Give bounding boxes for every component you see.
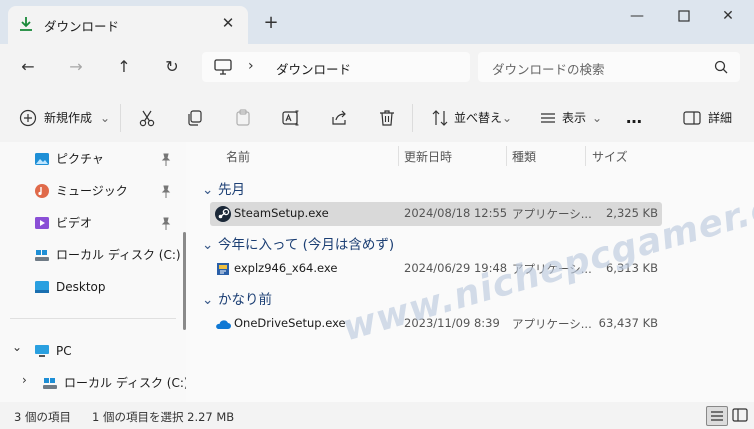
sort-label: 並べ替え — [454, 111, 503, 125]
expand-pc-chevron-icon[interactable]: ⌄ — [12, 340, 22, 354]
column-divider[interactable] — [506, 146, 507, 166]
videos-icon — [35, 217, 49, 229]
file-name: explz946_x64.exe — [234, 261, 338, 275]
sidebar-divider — [10, 318, 176, 319]
drive-icon — [43, 378, 57, 389]
expand-disk-chevron-icon[interactable]: › — [22, 373, 27, 387]
download-icon — [20, 17, 32, 31]
status-bar: 3 個の項目 1 個の項目を選択 2.27 MB — [0, 402, 754, 429]
chevron-down-icon: ⌄ — [100, 111, 111, 125]
view-label: 表示 — [562, 111, 587, 125]
tiles-view-icon[interactable] — [730, 406, 750, 424]
search-placeholder: ダウンロードの検索 — [492, 62, 605, 77]
pin-icon[interactable] — [160, 217, 172, 231]
paste-icon[interactable] — [233, 108, 253, 128]
maximize-button[interactable] — [672, 6, 696, 26]
pc-icon — [35, 345, 49, 357]
chevron-right-icon: › — [248, 58, 254, 74]
list-view-icon — [541, 113, 555, 123]
pin-icon[interactable] — [160, 185, 172, 199]
share-icon[interactable] — [329, 108, 349, 128]
search-input[interactable]: ダウンロードの検索 — [478, 52, 740, 82]
item-count: 3 個の項目 — [14, 410, 71, 424]
details-pane-icon — [683, 111, 701, 125]
steam-icon — [215, 206, 231, 222]
computer-icon — [214, 59, 232, 75]
rename-icon[interactable] — [281, 108, 301, 128]
plus-circle-icon — [19, 109, 37, 127]
chevron-down-icon: ⌄ — [592, 111, 603, 125]
address-bar[interactable]: › ダウンロード — [202, 52, 470, 82]
back-button[interactable]: ← — [16, 56, 40, 78]
close-tab-icon[interactable]: ✕ — [220, 15, 236, 31]
pictures-icon — [35, 153, 49, 165]
details-view-icon[interactable] — [706, 406, 728, 426]
table-row[interactable]: SteamSetup.exe 2024/08/18 12:55 アプリケーシ..… — [210, 202, 662, 226]
up-button[interactable]: ↑ — [112, 56, 136, 78]
chevron-down-icon: ⌄ — [502, 111, 513, 125]
desktop-icon — [35, 281, 49, 293]
cut-icon[interactable] — [137, 108, 157, 128]
search-icon — [714, 60, 728, 74]
tab-title: ダウンロード — [44, 19, 120, 34]
installer-icon — [217, 263, 229, 275]
onedrive-icon — [216, 320, 231, 329]
file-name: OneDriveSetup.exe — [234, 316, 346, 330]
selection-info: 1 個の項目を選択 2.27 MB — [92, 410, 235, 424]
group-header[interactable]: ⌄ かなり前 — [202, 288, 272, 308]
file-size: 2,325 KB — [605, 206, 658, 220]
file-date: 2024/08/18 12:55 — [404, 206, 508, 220]
chevron-down-icon: ⌄ — [202, 182, 214, 198]
refresh-button[interactable]: ↻ — [160, 56, 184, 78]
tab-downloads[interactable]: ダウンロード ✕ — [8, 6, 248, 44]
sort-icon — [432, 110, 448, 126]
file-type: アプリケーシ... — [512, 207, 592, 221]
copy-icon[interactable] — [185, 108, 205, 128]
group-header[interactable]: ⌄ 今年に入って (今月は含めず) — [202, 233, 394, 253]
group-header[interactable]: ⌄ 先月 — [202, 178, 245, 198]
column-header-date[interactable]: 更新日時 — [404, 148, 452, 165]
drive-icon — [35, 250, 49, 261]
breadcrumb[interactable]: ダウンロード — [276, 59, 351, 78]
music-icon — [35, 184, 49, 198]
new-button-label: 新規作成 — [44, 111, 93, 125]
file-type: アプリケーシ... — [512, 317, 592, 331]
column-header-size[interactable]: サイズ — [592, 148, 628, 165]
more-options-button[interactable]: … — [626, 108, 642, 128]
close-window-button[interactable]: ✕ — [716, 6, 740, 26]
pin-icon[interactable] — [160, 153, 172, 167]
column-header-type[interactable]: 種類 — [512, 148, 536, 165]
file-size: 63,437 KB — [598, 316, 658, 330]
delete-icon[interactable] — [377, 108, 397, 128]
column-header-name[interactable]: 名前 — [226, 148, 250, 165]
minimize-button[interactable]: — — [625, 6, 649, 26]
file-name: SteamSetup.exe — [234, 206, 329, 220]
forward-button[interactable]: → — [64, 56, 88, 78]
toolbar-divider — [412, 104, 413, 132]
new-tab-button[interactable]: + — [262, 14, 280, 32]
column-divider[interactable] — [398, 146, 399, 166]
toolbar-divider — [120, 104, 121, 132]
chevron-down-icon: ⌄ — [202, 292, 214, 308]
details-label: 詳細 — [708, 111, 733, 125]
chevron-down-icon: ⌄ — [202, 237, 214, 253]
column-divider[interactable] — [585, 146, 586, 166]
